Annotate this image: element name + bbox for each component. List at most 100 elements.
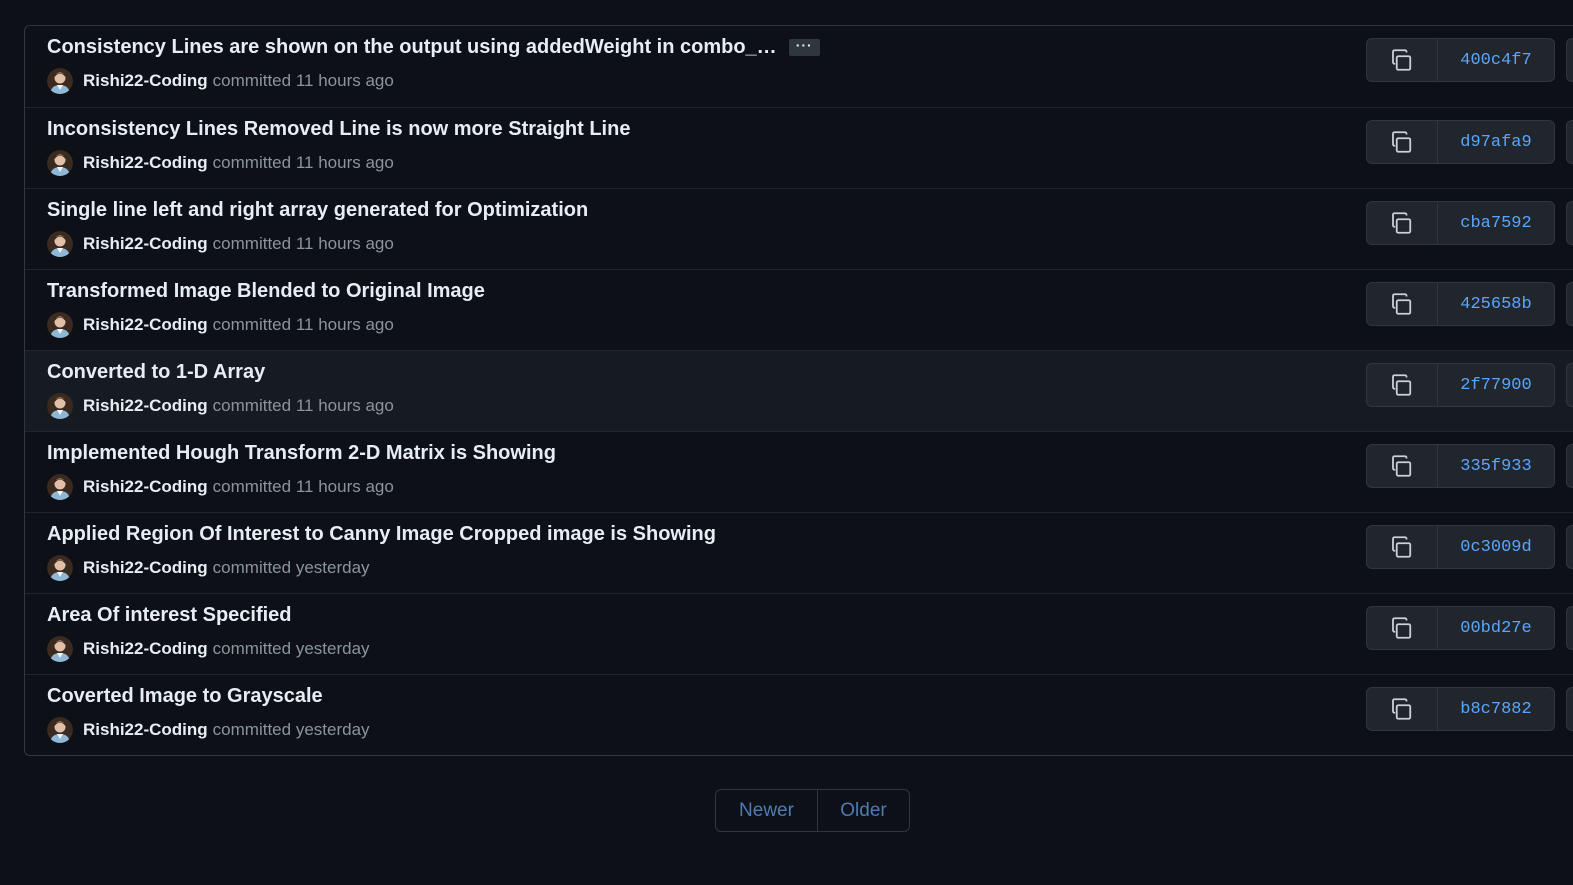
avatar[interactable]	[47, 68, 73, 94]
older-button[interactable]: Older	[818, 790, 909, 831]
copy-sha-button[interactable]	[1366, 606, 1438, 650]
commit-meta: Rishi22-Coding committed 11 hours ago	[47, 393, 394, 419]
commit-row: Area Of interest Specified Rishi22-Codin…	[25, 593, 1573, 674]
author-link[interactable]: Rishi22-Coding	[83, 153, 208, 173]
avatar[interactable]	[47, 231, 73, 257]
commit-actions: 0c3009d	[1366, 525, 1573, 569]
commit-time: yesterday	[295, 639, 370, 658]
author-link[interactable]: Rishi22-Coding	[83, 558, 208, 578]
copy-sha-button[interactable]	[1366, 282, 1438, 326]
commit-row: Converted to 1-D Array Rishi22-Coding co…	[25, 350, 1573, 431]
author-link[interactable]: Rishi22-Coding	[83, 234, 208, 254]
commit-meta: Rishi22-Coding committed 11 hours ago	[47, 68, 394, 94]
commit-sha-link[interactable]: cba7592	[1438, 201, 1555, 245]
commit-time: 11 hours ago	[295, 234, 394, 253]
commit-time: yesterday	[295, 558, 370, 577]
commit-actions: 00bd27e	[1366, 606, 1573, 650]
author-link[interactable]: Rishi22-Coding	[83, 315, 208, 335]
commit-row: Applied Region Of Interest to Canny Imag…	[25, 512, 1573, 593]
commit-meta: Rishi22-Coding committed yesterday	[47, 636, 370, 662]
commit-actions: 2f77900	[1366, 363, 1573, 407]
commit-title: Applied Region Of Interest to Canny Imag…	[47, 523, 716, 546]
commit-title-link[interactable]: Consistency Lines are shown on the outpu…	[47, 36, 777, 59]
commit-sha-link[interactable]: 335f933	[1438, 444, 1555, 488]
commit-time: yesterday	[295, 720, 370, 739]
commit-sha-link[interactable]: 2f77900	[1438, 363, 1555, 407]
commit-title: Transformed Image Blended to Original Im…	[47, 280, 485, 303]
commit-sha-link[interactable]: 425658b	[1438, 282, 1555, 326]
commit-list: Consistency Lines are shown on the outpu…	[24, 25, 1573, 756]
browse-repo-button[interactable]	[1566, 363, 1573, 407]
commit-title: Converted to 1-D Array	[47, 361, 265, 384]
commit-time: 11 hours ago	[295, 477, 394, 496]
copy-icon	[1390, 48, 1414, 72]
commit-meta: Rishi22-Coding committed 11 hours ago	[47, 231, 394, 257]
copy-icon	[1390, 697, 1414, 721]
browse-repo-button[interactable]	[1566, 282, 1573, 326]
copy-icon	[1390, 292, 1414, 316]
avatar[interactable]	[47, 150, 73, 176]
commit-time: 11 hours ago	[295, 396, 394, 415]
commit-time: 11 hours ago	[295, 315, 394, 334]
commit-row: Transformed Image Blended to Original Im…	[25, 269, 1573, 350]
commit-meta: Rishi22-Coding committed 11 hours ago	[47, 150, 394, 176]
avatar[interactable]	[47, 717, 73, 743]
author-link[interactable]: Rishi22-Coding	[83, 477, 208, 497]
copy-sha-button[interactable]	[1366, 120, 1438, 164]
author-link[interactable]: Rishi22-Coding	[83, 396, 208, 416]
commit-actions: 335f933	[1366, 444, 1573, 488]
browse-repo-button[interactable]	[1566, 120, 1573, 164]
avatar[interactable]	[47, 474, 73, 500]
avatar[interactable]	[47, 312, 73, 338]
commit-sha-link[interactable]: 0c3009d	[1438, 525, 1555, 569]
author-link[interactable]: Rishi22-Coding	[83, 639, 208, 659]
commit-actions: 400c4f7	[1366, 38, 1573, 82]
commit-title-link[interactable]: Converted to 1-D Array	[47, 361, 265, 384]
commit-title-link[interactable]: Single line left and right array generat…	[47, 199, 588, 222]
author-link[interactable]: Rishi22-Coding	[83, 720, 208, 740]
copy-icon	[1390, 130, 1414, 154]
author-link[interactable]: Rishi22-Coding	[83, 71, 208, 91]
commit-sha-link[interactable]: 400c4f7	[1438, 38, 1555, 82]
commit-title: Implemented Hough Transform 2-D Matrix i…	[47, 442, 556, 465]
commit-title: Single line left and right array generat…	[47, 199, 588, 222]
avatar[interactable]	[47, 555, 73, 581]
copy-icon	[1390, 454, 1414, 478]
copy-sha-button[interactable]	[1366, 687, 1438, 731]
commit-action: committed	[212, 639, 292, 658]
commit-meta: Rishi22-Coding committed 11 hours ago	[47, 312, 394, 338]
copy-sha-button[interactable]	[1366, 444, 1438, 488]
copy-sha-button[interactable]	[1366, 525, 1438, 569]
commit-title-link[interactable]: Applied Region Of Interest to Canny Imag…	[47, 523, 716, 546]
avatar[interactable]	[47, 393, 73, 419]
browse-repo-button[interactable]	[1566, 38, 1573, 82]
browse-repo-button[interactable]	[1566, 525, 1573, 569]
commit-sha-link[interactable]: b8c7882	[1438, 687, 1555, 731]
commit-row: Single line left and right array generat…	[25, 188, 1573, 269]
copy-icon	[1390, 535, 1414, 559]
commit-meta: Rishi22-Coding committed 11 hours ago	[47, 474, 394, 500]
commit-meta: Rishi22-Coding committed yesterday	[47, 717, 370, 743]
commit-title: Area Of interest Specified	[47, 604, 292, 627]
commit-row: Inconsistency Lines Removed Line is now …	[25, 107, 1573, 188]
newer-button[interactable]: Newer	[716, 790, 818, 831]
commit-actions: b8c7882	[1366, 687, 1573, 731]
commit-sha-link[interactable]: d97afa9	[1438, 120, 1555, 164]
browse-repo-button[interactable]	[1566, 606, 1573, 650]
commit-meta: Rishi22-Coding committed yesterday	[47, 555, 370, 581]
copy-icon	[1390, 616, 1414, 640]
copy-sha-button[interactable]	[1366, 201, 1438, 245]
expand-message-button[interactable]: ···	[788, 38, 820, 56]
browse-repo-button[interactable]	[1566, 201, 1573, 245]
copy-sha-button[interactable]	[1366, 38, 1438, 82]
browse-repo-button[interactable]	[1566, 444, 1573, 488]
commit-title-link[interactable]: Implemented Hough Transform 2-D Matrix i…	[47, 442, 556, 465]
commit-title-link[interactable]: Coverted Image to Grayscale	[47, 685, 323, 708]
commit-title-link[interactable]: Transformed Image Blended to Original Im…	[47, 280, 485, 303]
browse-repo-button[interactable]	[1566, 687, 1573, 731]
commit-title-link[interactable]: Inconsistency Lines Removed Line is now …	[47, 118, 630, 141]
commit-sha-link[interactable]: 00bd27e	[1438, 606, 1555, 650]
commit-title-link[interactable]: Area Of interest Specified	[47, 604, 292, 627]
avatar[interactable]	[47, 636, 73, 662]
copy-sha-button[interactable]	[1366, 363, 1438, 407]
